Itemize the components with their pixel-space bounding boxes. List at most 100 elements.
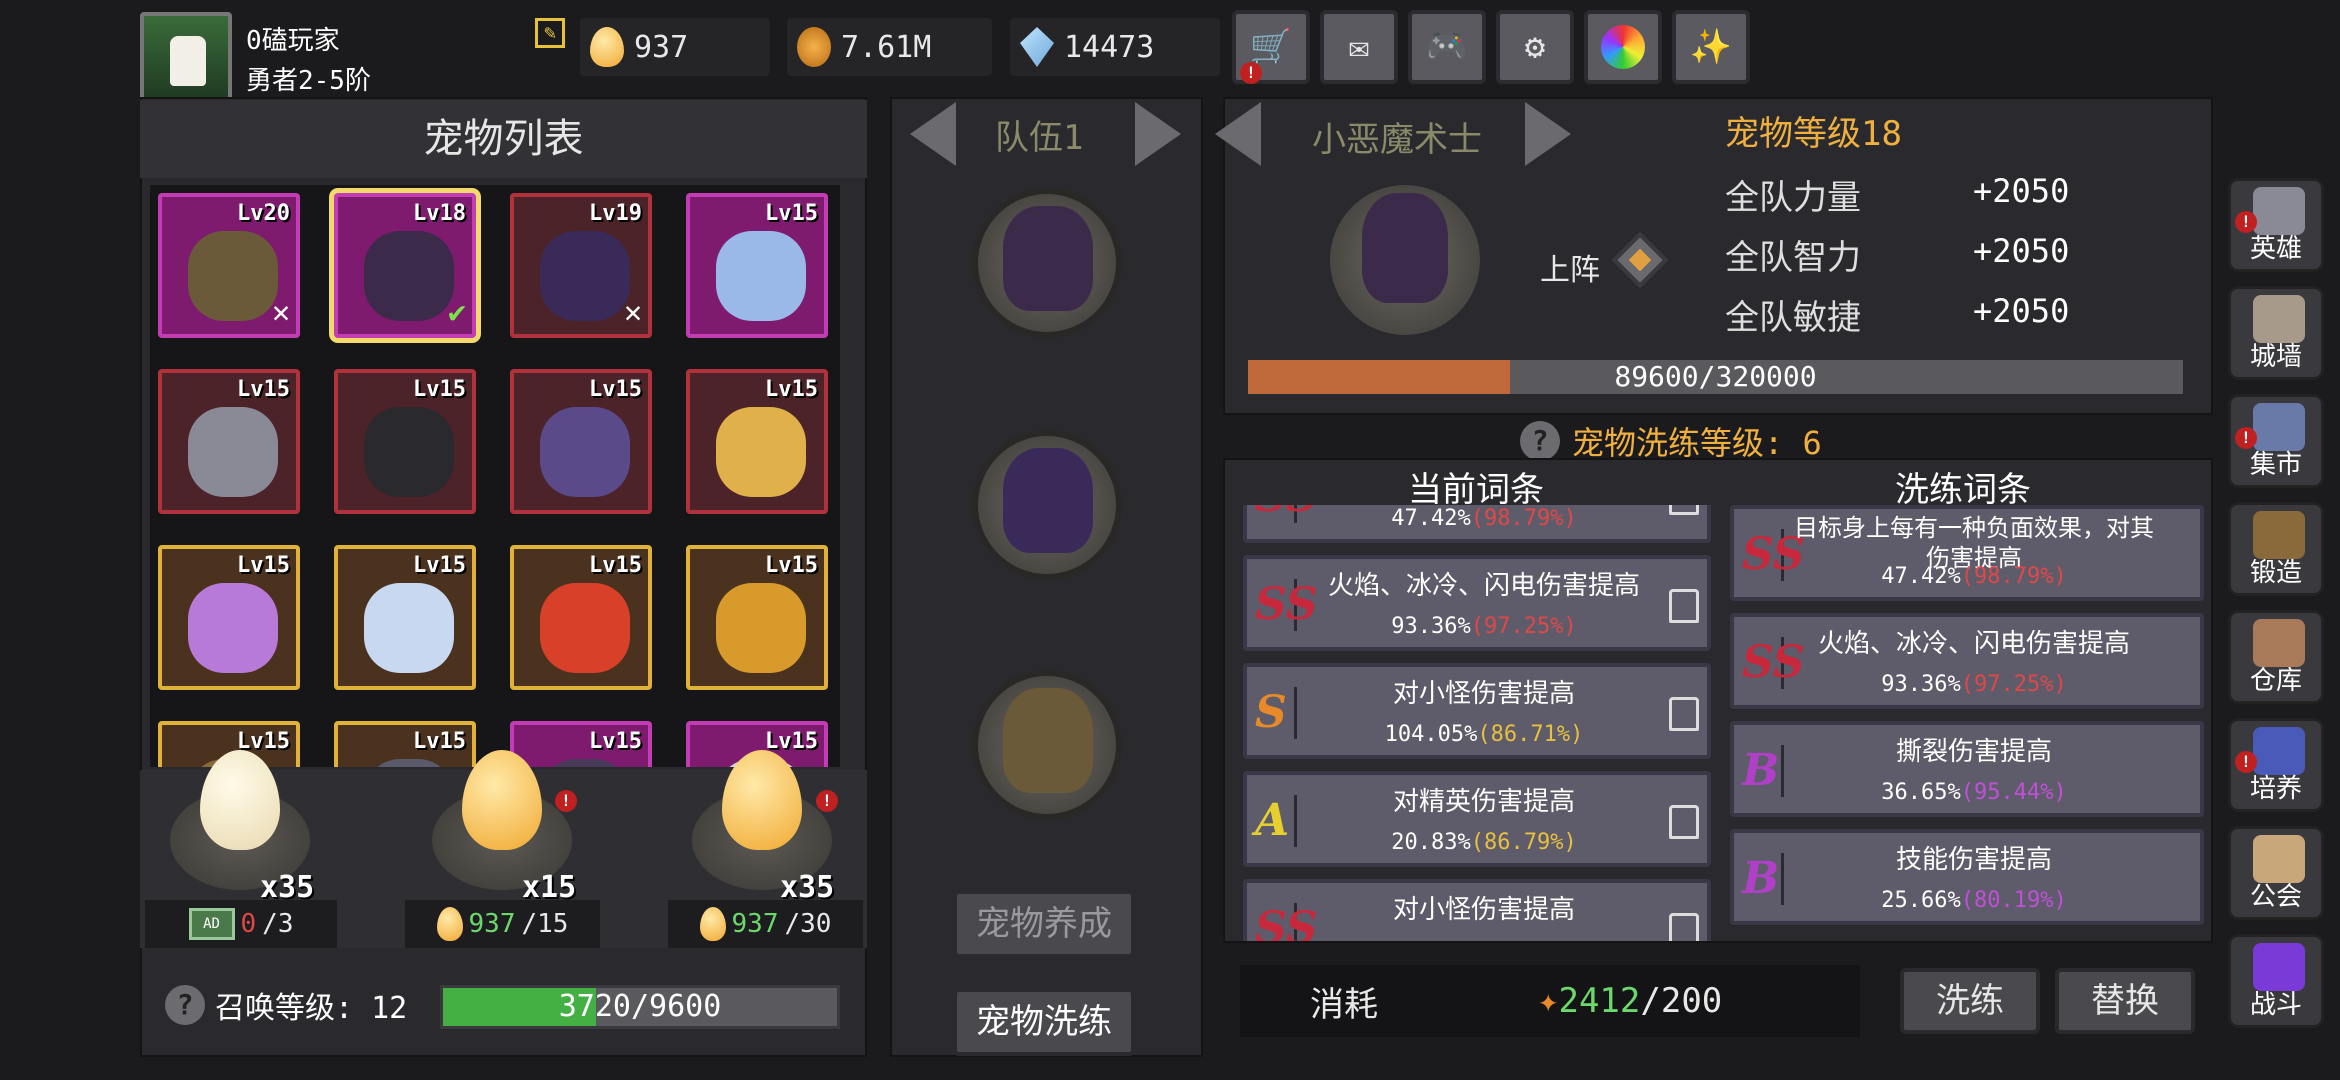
pet-card[interactable]: Lv15 (334, 545, 476, 690)
affix-rank: B (1742, 853, 1784, 905)
gold-egg-counter-2[interactable]: 937/30 (668, 900, 863, 948)
team-slot-2[interactable] (972, 430, 1122, 580)
deploy-label: 上阵 (1540, 253, 1600, 288)
pet-card[interactable]: Lv15 (510, 721, 652, 767)
team-slot-1[interactable] (972, 188, 1122, 338)
affix-percentile: (95.44%) (1960, 780, 2067, 805)
affix-name: 对精英伤害提高 (1392, 787, 1575, 817)
wash-button[interactable]: 洗练 (1900, 968, 2040, 1034)
affix-value: 93.36%(97.25%) (1794, 672, 2154, 697)
cost-need: /200 (1640, 981, 1723, 1021)
egg-need: /30 (784, 909, 832, 939)
affix-percentile: (86.79%) (1470, 830, 1577, 855)
side-menu-item[interactable]: 城墙 (2228, 286, 2324, 380)
shop-button[interactable]: 🛒 ! (1232, 10, 1310, 84)
color-wheel-button[interactable] (1584, 10, 1662, 84)
game-screen: 0磕玩家 勇者2-5阶 ✎ 937 7.61M 14473 🛒 ! ✉ 🎮 ⚙ … (0, 0, 2340, 1080)
pet-card[interactable]: Lv15 (158, 545, 300, 690)
coin-resource: 7.61M (787, 18, 992, 76)
affix-rank: SS (1255, 505, 1318, 523)
help-icon[interactable]: ? (165, 985, 205, 1025)
side-menu-item[interactable]: 培养! (2228, 718, 2324, 812)
pet-card[interactable]: Lv19 ✕ (510, 193, 652, 338)
side-menu-item[interactable]: 英雄! (2228, 178, 2324, 272)
affix-name: 对小怪伤害提高 (1392, 895, 1575, 925)
pet-wash-button[interactable]: 宠物洗练 (953, 988, 1135, 1056)
affix-value-text: 20.83% (1391, 830, 1471, 855)
pet-train-button[interactable]: 宠物养成 (953, 890, 1135, 958)
pet-card[interactable]: Lv20 ✕ (158, 193, 300, 338)
stat-name: 全队敏捷 (1725, 298, 1861, 338)
coin-icon (797, 27, 831, 67)
gear-icon: ⚙ (1524, 27, 1546, 67)
pet-sprite (716, 583, 806, 673)
pet-sprite (364, 231, 454, 321)
egg-resource: 937 (580, 18, 770, 76)
unlock-icon[interactable] (1669, 505, 1699, 515)
player-avatar[interactable] (140, 12, 232, 104)
pet-sprite (540, 583, 630, 673)
new-affix-list[interactable]: SS 目标身上每有一种负面效果，对其伤害提高 47.42%(98.79%) SS 火焰、… (1730, 505, 2204, 941)
help-icon[interactable]: ? (1520, 421, 1560, 461)
pet-card[interactable]: Lv15 (510, 369, 652, 514)
pet-xp-bar: 89600/320000 (1248, 360, 2183, 394)
pet-card[interactable]: Lv15 (158, 369, 300, 514)
team-next-arrow-icon[interactable] (1135, 102, 1181, 166)
pet-card[interactable]: Lv15 (686, 193, 828, 338)
pet-card[interactable]: Lv15 (686, 545, 828, 690)
gold-egg-counter-1[interactable]: 937/15 (405, 900, 600, 948)
pet-grid[interactable]: Lv20 ✕ Lv18 ✔ Lv19 ✕ Lv15 Lv15 Lv15 Lv15 Lv15 Lv15 L… (150, 185, 840, 767)
replace-button[interactable]: 替换 (2055, 968, 2195, 1034)
side-menu-item[interactable]: 集市! (2228, 394, 2324, 488)
pet-card[interactable]: Lv15 (334, 721, 476, 767)
side-menu-item[interactable]: 战斗 (2228, 934, 2324, 1028)
pet-level-title: 宠物等级18 (1725, 114, 1902, 154)
unlock-icon[interactable] (1669, 913, 1699, 941)
edit-name-icon[interactable]: ✎ (535, 18, 565, 48)
affix-value-text: 36.65% (1881, 780, 1961, 805)
pet-prev-arrow-icon[interactable] (1215, 102, 1261, 166)
stat-value: +2050 (1973, 172, 2070, 210)
unlock-icon[interactable] (1669, 589, 1699, 623)
current-affix-list[interactable]: SS对其伤害提高47.42%(98.79%)SS火焰、冰冷、闪电伤害提高93.3… (1243, 505, 1711, 941)
affix-percentile: (98.79%) (1470, 506, 1577, 531)
affix-rank: SS (1742, 529, 1805, 581)
affix-value: 20.83%(86.79%) (1307, 830, 1661, 855)
mail-button[interactable]: ✉ (1320, 10, 1398, 84)
egg-icon (590, 27, 624, 67)
egg-icon (699, 907, 726, 941)
gamepad-button[interactable]: 🎮 (1408, 10, 1486, 84)
affix-value: 47.42%(98.79%) (1307, 506, 1661, 531)
unlock-icon[interactable] (1669, 697, 1699, 731)
settings-button[interactable]: ⚙ (1496, 10, 1574, 84)
fireworks-icon: ✨ (1689, 27, 1733, 67)
affix-entry: S 对小怪伤害提高 104.05%(86.71%) (1243, 663, 1711, 759)
alert-badge: ! (816, 790, 838, 812)
pet-card[interactable]: Lv15 (510, 545, 652, 690)
side-menu-item[interactable]: 仓库 (2228, 610, 2324, 704)
team-slot-3[interactable] (972, 670, 1122, 820)
affix-value-text: 47.42% (1881, 564, 1961, 589)
cost-label: 消耗 (1310, 984, 1378, 1025)
affix-entry: A 对精英伤害提高 20.83%(86.79%) (1243, 771, 1711, 867)
pet-xp-text: 89600/320000 (1614, 360, 1817, 393)
fireworks-button[interactable]: ✨ (1672, 10, 1750, 84)
summon-progress-text: 3720/9600 (558, 989, 722, 1024)
pet-card[interactable]: Lv15 (686, 369, 828, 514)
pet-level: Lv15 (413, 553, 466, 578)
shop-cart-icon: 🛒 (1249, 27, 1293, 67)
ad-egg-counter[interactable]: AD 0/3 (145, 900, 337, 948)
unlock-icon[interactable] (1669, 805, 1699, 839)
pet-card[interactable]: Lv18 ✔ (334, 193, 476, 338)
affix-entry: B 技能伤害提高 25.66%(80.19%) (1730, 829, 2204, 925)
team-prev-arrow-icon[interactable] (910, 102, 956, 166)
gem-resource: 14473 (1010, 18, 1220, 76)
pet-card[interactable]: Lv15 (334, 369, 476, 514)
side-menu-item[interactable]: 锻造 (2228, 502, 2324, 596)
pet-sprite (188, 231, 278, 321)
pet-next-arrow-icon[interactable] (1525, 102, 1571, 166)
wash-cost: 消耗 ✦ 2412 /200 (1240, 965, 1860, 1037)
side-menu-item[interactable]: 公会 (2228, 826, 2324, 920)
pet-level: Lv18 (413, 201, 466, 226)
pet-level: Lv15 (413, 377, 466, 402)
